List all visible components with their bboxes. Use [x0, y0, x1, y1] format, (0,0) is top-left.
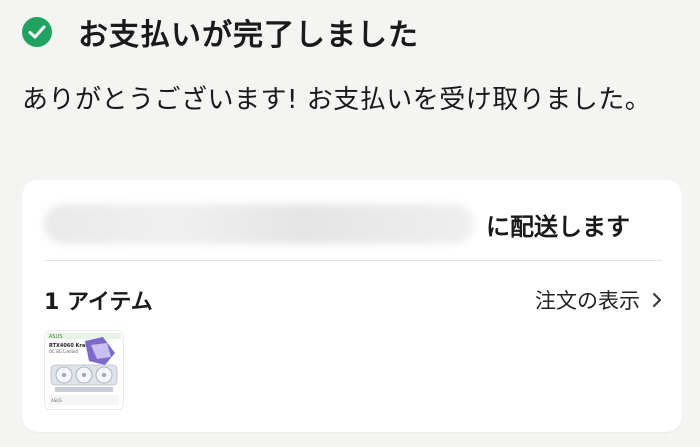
- chevron-right-icon: [652, 292, 662, 308]
- payment-complete-header: お支払いが完了しました: [22, 10, 419, 54]
- order-summary-card: に配送します 1 アイテム 注文の表示 ASUS RTX4060 Kraft O…: [22, 180, 682, 432]
- product-footer: ASUS: [51, 398, 62, 403]
- product-sub: OC 8G Limited: [49, 349, 79, 354]
- divider: [44, 260, 662, 261]
- svg-text:ASUS: ASUS: [49, 334, 62, 340]
- items-row: 1 アイテム 注文の表示: [44, 284, 662, 316]
- redacted-address: [44, 204, 474, 244]
- shipping-label: に配送します: [486, 212, 630, 241]
- thank-you-message: ありがとうございます! お支払いを受け取りました。: [22, 85, 652, 115]
- check-circle-icon: [22, 17, 52, 47]
- view-order-link[interactable]: 注文の表示: [535, 285, 662, 315]
- product-thumbnail[interactable]: ASUS RTX4060 Kraft OC 8G Limited ASUS: [44, 330, 124, 410]
- view-order-label: 注文の表示: [535, 289, 640, 313]
- item-count: 1 アイテム: [44, 290, 153, 315]
- page-title: お支払いが完了しました: [78, 18, 419, 53]
- graphics-card-image: ASUS RTX4060 Kraft OC 8G Limited ASUS: [45, 331, 123, 409]
- shipping-address-row: に配送します: [44, 202, 664, 246]
